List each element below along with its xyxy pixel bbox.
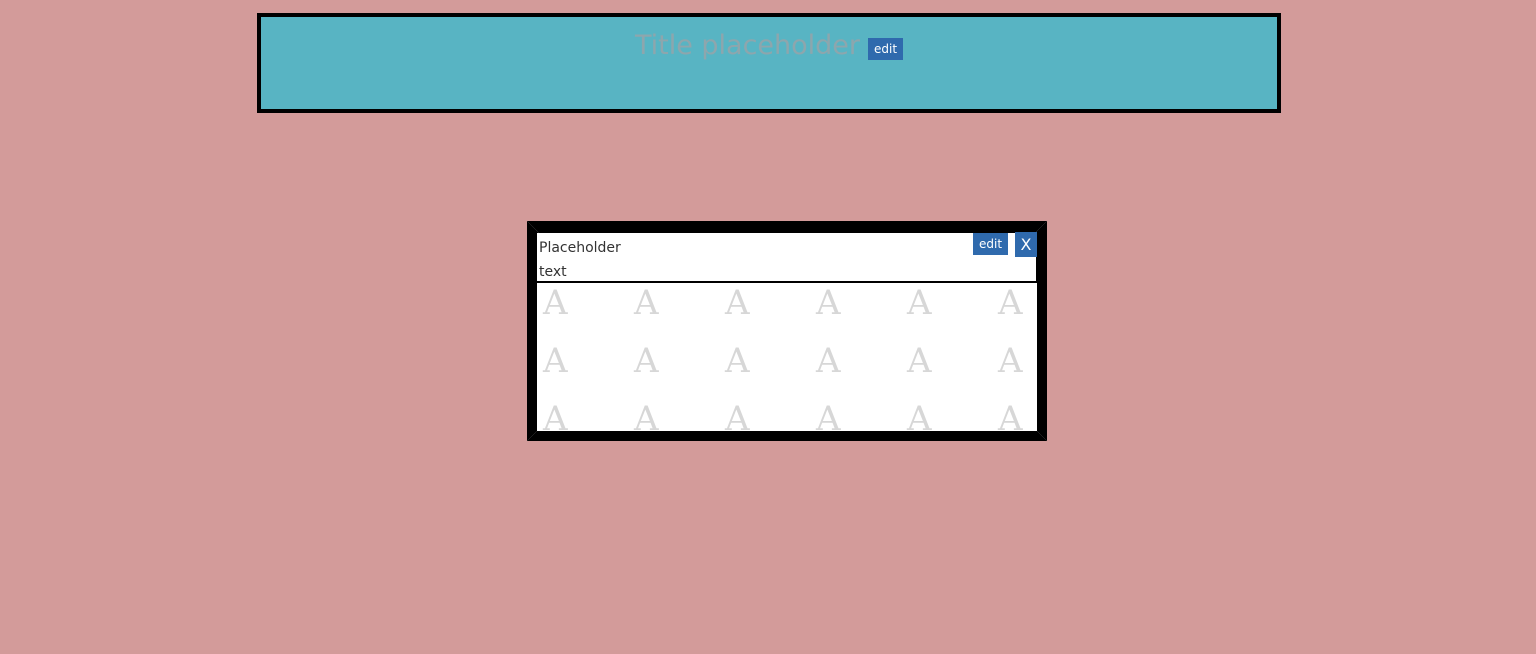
pattern-glyph: A — [725, 399, 750, 431]
placeholder-card: Placeholder text edit X AAAAAAAAAAAAAAAA… — [527, 221, 1047, 441]
card-pattern-area: AAAAAAAAAAAAAAAAAA — [537, 283, 1037, 431]
pattern-glyph: A — [816, 341, 841, 381]
pattern-glyph: A — [543, 399, 568, 431]
pattern-glyph: A — [634, 283, 659, 323]
pattern-glyph: A — [907, 399, 932, 431]
pattern-glyph: A — [634, 341, 659, 381]
pattern-glyph: A — [907, 341, 932, 381]
pattern-glyph: A — [816, 283, 841, 323]
card-edit-button[interactable]: edit — [973, 233, 1009, 255]
pattern-glyph: A — [907, 283, 932, 323]
title-edit-button[interactable]: edit — [868, 38, 904, 60]
pattern-glyph: A — [634, 399, 659, 431]
card-close-button[interactable]: X — [1015, 232, 1037, 257]
pattern-glyph: A — [816, 399, 841, 431]
pattern-glyph: A — [725, 283, 750, 323]
pattern-glyph: A — [543, 283, 568, 323]
pattern-glyph: A — [543, 341, 568, 381]
pattern-glyph: A — [998, 341, 1023, 381]
page-title: Title placeholder — [634, 30, 861, 61]
pattern-glyph: A — [725, 341, 750, 381]
card-placeholder-text: Placeholder text — [539, 240, 621, 280]
pattern-grid: AAAAAAAAAAAAAAAAAA — [537, 283, 1037, 431]
title-row: Title placeholder edit — [261, 27, 1277, 65]
card-header: Placeholder text edit X — [537, 232, 1037, 283]
header-panel: Title placeholder edit — [257, 13, 1281, 113]
pattern-glyph: A — [998, 283, 1023, 323]
pattern-glyph: A — [998, 399, 1023, 431]
